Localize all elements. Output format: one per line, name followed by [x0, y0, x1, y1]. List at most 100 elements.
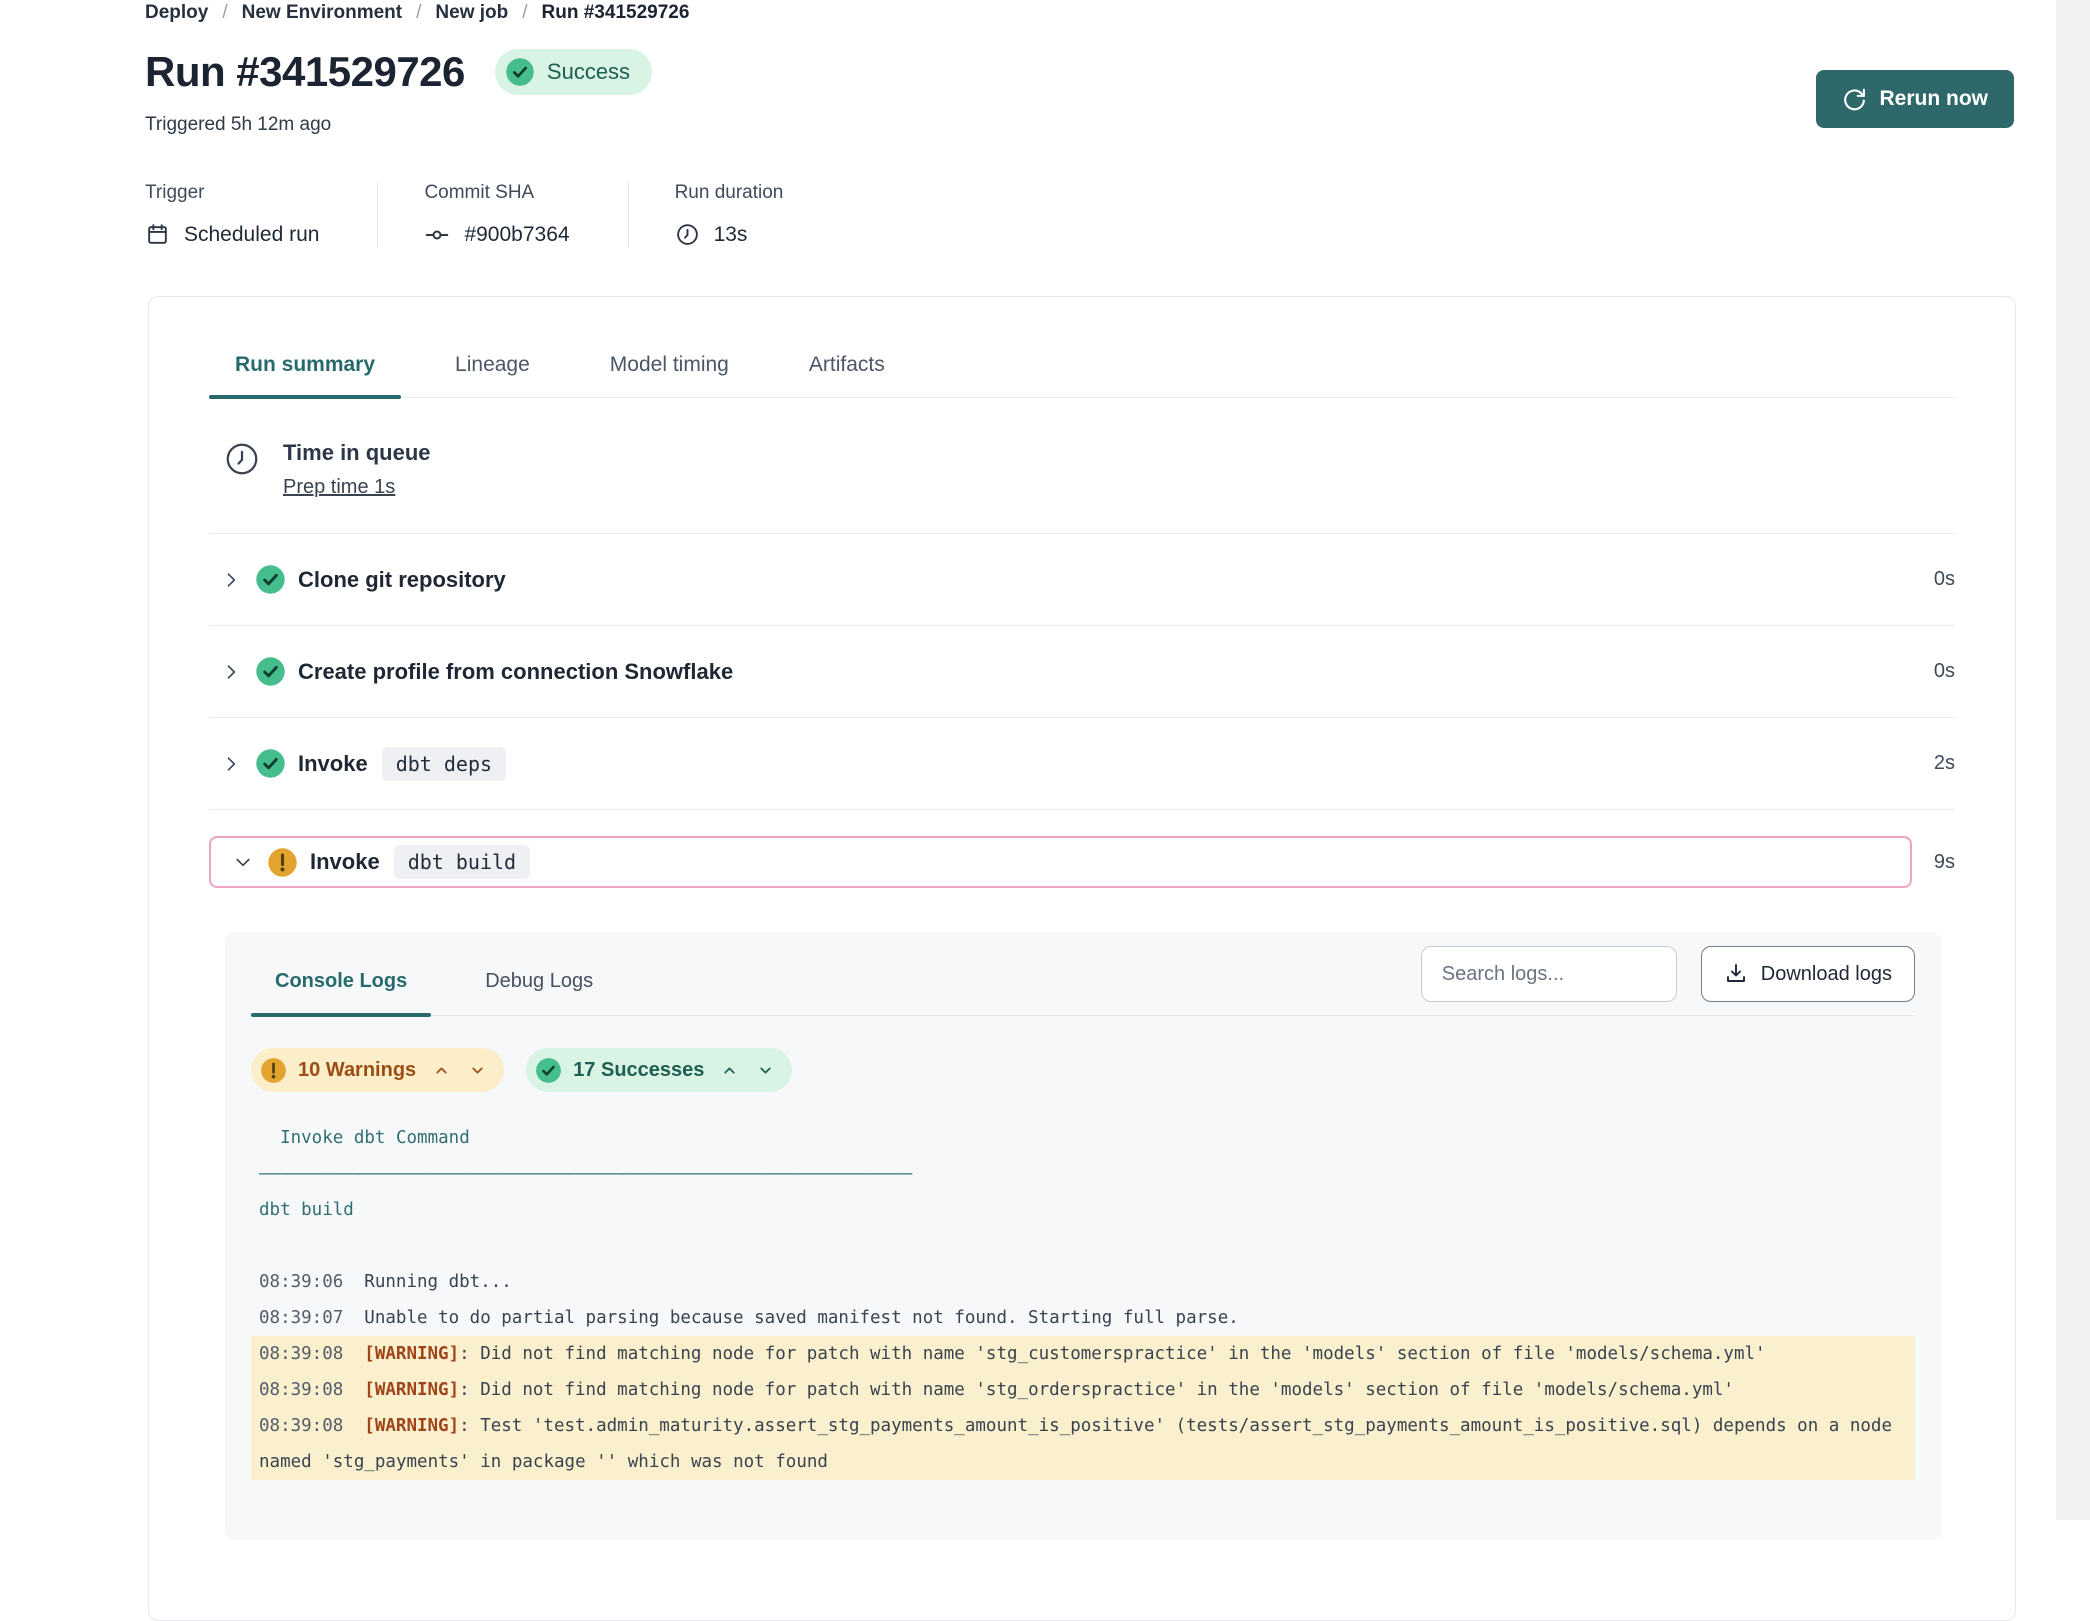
tab-model-timing[interactable]: Model timing [584, 353, 755, 397]
tab-lineage[interactable]: Lineage [429, 353, 556, 397]
search-logs-input[interactable] [1421, 946, 1677, 1002]
step-label: Create profile from connection Snowflake [298, 659, 733, 685]
time-in-queue-title: Time in queue [283, 440, 431, 466]
breadcrumb-separator: / [416, 2, 421, 24]
step-command-chip: dbt build [394, 845, 530, 879]
step-duration: 2s [1934, 752, 1955, 775]
meta-duration: Run duration 13s [675, 182, 842, 248]
warnings-badge: 10 Warnings [251, 1048, 504, 1092]
warnings-next-button[interactable] [467, 1060, 488, 1081]
meta-commit: Commit SHA #900b7364 [424, 182, 628, 248]
tab-debug-logs[interactable]: Debug Logs [461, 970, 617, 1015]
log-line: 08:39:06 Running dbt... [251, 1264, 1915, 1300]
calendar-icon [145, 222, 170, 247]
breadcrumb-separator: / [222, 2, 227, 24]
success-circle-icon [255, 564, 286, 595]
run-tabs: Run summary Lineage Model timing Artifac… [209, 353, 1955, 398]
log-warning-tag: [WARNING] [364, 1416, 459, 1436]
log-timestamp: 08:39:08 [259, 1380, 343, 1400]
step-invoke-dbt-deps[interactable]: Invoke dbt deps 2s [209, 718, 1955, 810]
chevron-right-icon[interactable] [221, 570, 255, 590]
chevron-right-icon[interactable] [221, 662, 255, 682]
tab-run-summary[interactable]: Run summary [209, 353, 401, 397]
meta-duration-value: 13s [714, 223, 748, 247]
success-circle-icon [255, 656, 286, 687]
log-timestamp: 08:39:07 [259, 1308, 343, 1328]
clock-icon [675, 222, 700, 247]
status-badge-label: Success [547, 59, 630, 85]
step-clone-git-repository[interactable]: Clone git repository 0s [209, 534, 1955, 626]
step-duration: 0s [1934, 568, 1955, 591]
log-message: : Test 'test.admin_maturity.assert_stg_p… [259, 1416, 1903, 1472]
page-title: Run #341529726 [145, 48, 465, 96]
log-timestamp: 08:39:08 [259, 1344, 343, 1364]
breadcrumb-deploy[interactable]: Deploy [145, 2, 208, 24]
status-badge: Success [495, 49, 652, 95]
log-message: Running dbt... [364, 1272, 512, 1292]
step-label: Invoke [298, 751, 368, 777]
log-message: ————————————————————————————————————————… [259, 1164, 912, 1184]
breadcrumb-run: Run #341529726 [542, 2, 690, 24]
log-message: dbt build [259, 1200, 354, 1220]
chevron-down-icon[interactable] [233, 852, 267, 872]
meta-commit-value: #900b7364 [464, 223, 569, 247]
rerun-now-label: Rerun now [1880, 87, 1989, 111]
prep-time-link[interactable]: Prep time 1s [283, 476, 395, 499]
step-label: Clone git repository [298, 567, 506, 593]
breadcrumb-job[interactable]: New job [435, 2, 508, 24]
breadcrumb-environment[interactable]: New Environment [242, 2, 402, 24]
rerun-now-button[interactable]: Rerun now [1816, 70, 2015, 128]
queue-clock-icon [223, 440, 261, 499]
triggered-time: Triggered 5h 12m ago [145, 114, 2010, 136]
download-logs-button[interactable]: Download logs [1701, 946, 1915, 1002]
log-line: 08:39:08 [WARNING]: Did not find matching… [251, 1336, 1915, 1372]
successes-badge-label: 17 Successes [573, 1059, 704, 1082]
meta-trigger-value: Scheduled run [184, 223, 319, 247]
log-message: Unable to do partial parsing because sav… [364, 1308, 1238, 1328]
log-line: ————————————————————————————————————————… [251, 1156, 1915, 1192]
meta-trigger: Trigger Scheduled run [145, 182, 378, 248]
log-line [251, 1228, 1915, 1264]
breadcrumb-separator: / [522, 2, 527, 24]
meta-trigger-label: Trigger [145, 182, 319, 204]
run-header: Deploy / New Environment / New job / Run… [0, 0, 2090, 248]
successes-prev-button[interactable] [719, 1060, 740, 1081]
log-warning-tag: [WARNING] [364, 1380, 459, 1400]
warnings-badge-label: 10 Warnings [298, 1059, 416, 1082]
check-circle-icon [505, 57, 535, 87]
log-line: 08:39:08 [WARNING]: Did not find matching… [251, 1372, 1915, 1408]
commit-icon [424, 222, 450, 248]
download-logs-label: Download logs [1761, 963, 1892, 986]
check-circle-icon [535, 1057, 562, 1084]
step-invoke-dbt-build-box[interactable]: Invoke dbt build [209, 836, 1912, 888]
log-timestamp: 08:39:08 [259, 1416, 343, 1436]
step-command-chip: dbt deps [382, 747, 506, 781]
warnings-prev-button[interactable] [431, 1060, 452, 1081]
log-line: dbt build [251, 1192, 1915, 1228]
step-duration: 0s [1934, 660, 1955, 683]
warning-circle-icon [267, 847, 298, 878]
refresh-icon [1842, 87, 1867, 112]
log-timestamp: 08:39:06 [259, 1272, 343, 1292]
time-in-queue-section: Time in queue Prep time 1s [209, 398, 1955, 534]
step-duration: 9s [1934, 851, 1955, 874]
tab-artifacts[interactable]: Artifacts [783, 353, 911, 397]
log-line: Invoke dbt Command [251, 1120, 1915, 1156]
log-lines: Invoke dbt Command ——————————————————————… [251, 1120, 1915, 1480]
step-create-profile[interactable]: Create profile from connection Snowflake… [209, 626, 1955, 718]
log-message: Invoke dbt Command [259, 1128, 470, 1148]
log-message: : Did not find matching node for patch w… [459, 1344, 1765, 1364]
tab-console-logs[interactable]: Console Logs [251, 970, 431, 1015]
run-summary-card: Run summary Lineage Model timing Artifac… [148, 296, 2016, 1621]
successes-next-button[interactable] [755, 1060, 776, 1081]
log-line: 08:39:07 Unable to do partial parsing bec… [251, 1300, 1915, 1336]
download-icon [1724, 962, 1748, 986]
step-invoke-dbt-build[interactable]: Invoke dbt build 9s [209, 810, 1955, 888]
successes-badge: 17 Successes [526, 1048, 792, 1092]
chevron-right-icon[interactable] [221, 754, 255, 774]
log-warning-tag: [WARNING] [364, 1344, 459, 1364]
log-message: : Did not find matching node for patch w… [459, 1380, 1734, 1400]
success-circle-icon [255, 748, 286, 779]
meta-commit-label: Commit SHA [424, 182, 569, 204]
run-metadata: Trigger Scheduled run Commit SHA #900b73… [145, 182, 2010, 248]
